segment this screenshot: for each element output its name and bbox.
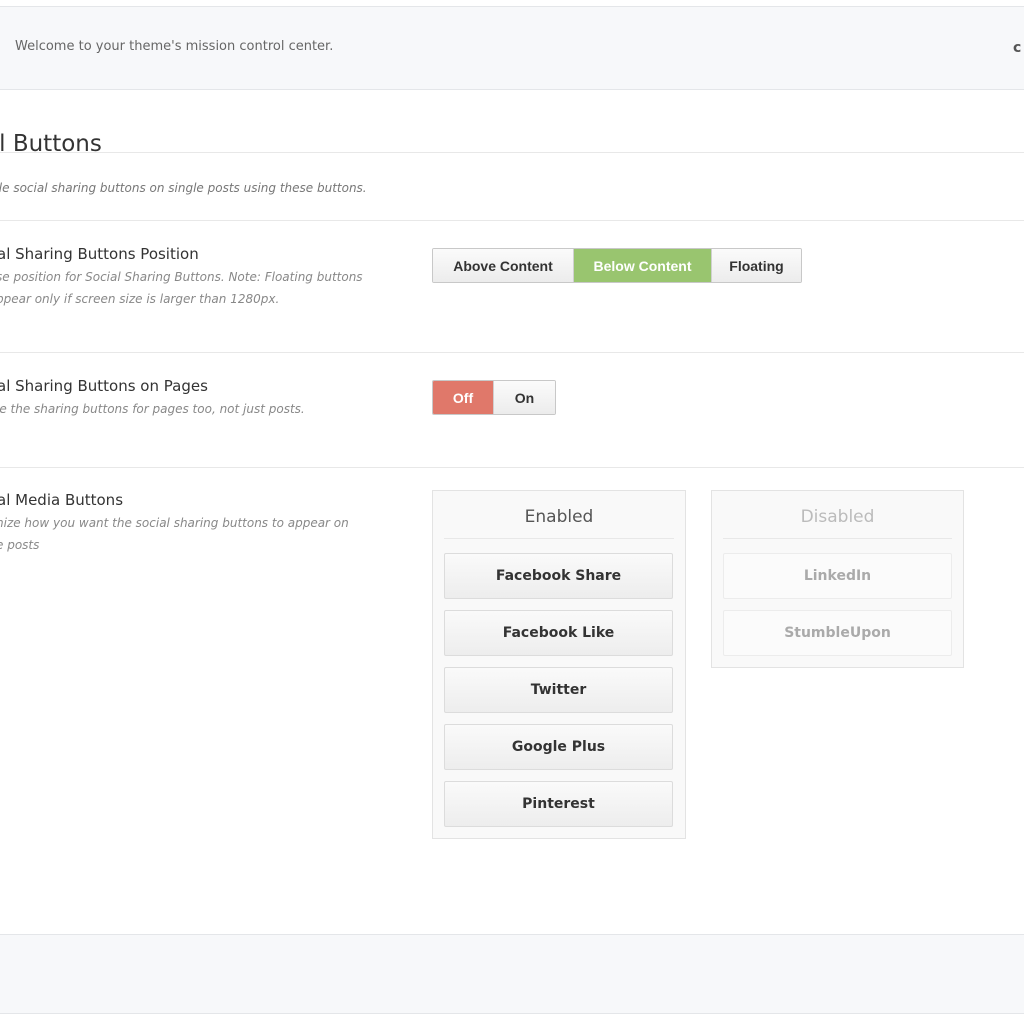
header-edge-icon[interactable]: c — [1013, 40, 1024, 56]
enabled-item-twitter[interactable]: Twitter — [444, 667, 673, 713]
welcome-text: Welcome to your theme's mission control … — [15, 39, 334, 54]
footer-bar — [0, 934, 1024, 1014]
pages-toggle-set: Off On — [432, 380, 556, 415]
theme-options-page: Welcome to your theme's mission control … — [0, 0, 1024, 1024]
position-option-title: al Sharing Buttons Position — [0, 245, 199, 263]
disabled-item-stumbleupon[interactable]: StumbleUpon — [723, 610, 952, 656]
pages-option-title: al Sharing Buttons on Pages — [0, 377, 208, 395]
enabled-item-google-plus[interactable]: Google Plus — [444, 724, 673, 770]
position-option-desc-line1: se position for Social Sharing Buttons. … — [0, 270, 363, 284]
position-option-desc-line2: ppear only if screen size is larger than… — [0, 292, 280, 306]
divider — [0, 152, 1024, 153]
pages-option-desc: le the sharing buttons for pages too, no… — [0, 402, 305, 416]
disabled-list-title: Disabled — [723, 507, 952, 539]
above-content-button[interactable]: Above Content — [433, 249, 574, 282]
divider — [0, 220, 1024, 221]
media-option-title: al Media Buttons — [0, 491, 124, 509]
section-title: cial Buttons — [0, 131, 102, 158]
disabled-item-linkedin[interactable]: LinkedIn — [723, 553, 952, 599]
below-content-button[interactable]: Below Content — [574, 249, 712, 282]
media-option-desc-line2: e posts — [0, 538, 40, 552]
enabled-list-title: Enabled — [444, 507, 674, 539]
enabled-list[interactable]: Enabled Facebook Share Facebook Like Twi… — [432, 490, 686, 839]
enabled-item-facebook-share[interactable]: Facebook Share — [444, 553, 673, 599]
header-bar: Welcome to your theme's mission control … — [0, 6, 1024, 90]
enabled-item-pinterest[interactable]: Pinterest — [444, 781, 673, 827]
position-button-set: Above Content Below Content Floating — [432, 248, 802, 283]
on-button[interactable]: On — [494, 381, 555, 414]
divider — [0, 352, 1024, 353]
floating-button[interactable]: Floating — [712, 249, 801, 282]
off-button[interactable]: Off — [433, 381, 494, 414]
enabled-item-facebook-like[interactable]: Facebook Like — [444, 610, 673, 656]
divider — [0, 467, 1024, 468]
disabled-list[interactable]: Disabled LinkedIn StumbleUpon — [711, 490, 964, 668]
section-description: le or disable social sharing buttons on … — [0, 181, 367, 195]
media-option-desc-line1: nize how you want the social sharing but… — [0, 516, 349, 530]
